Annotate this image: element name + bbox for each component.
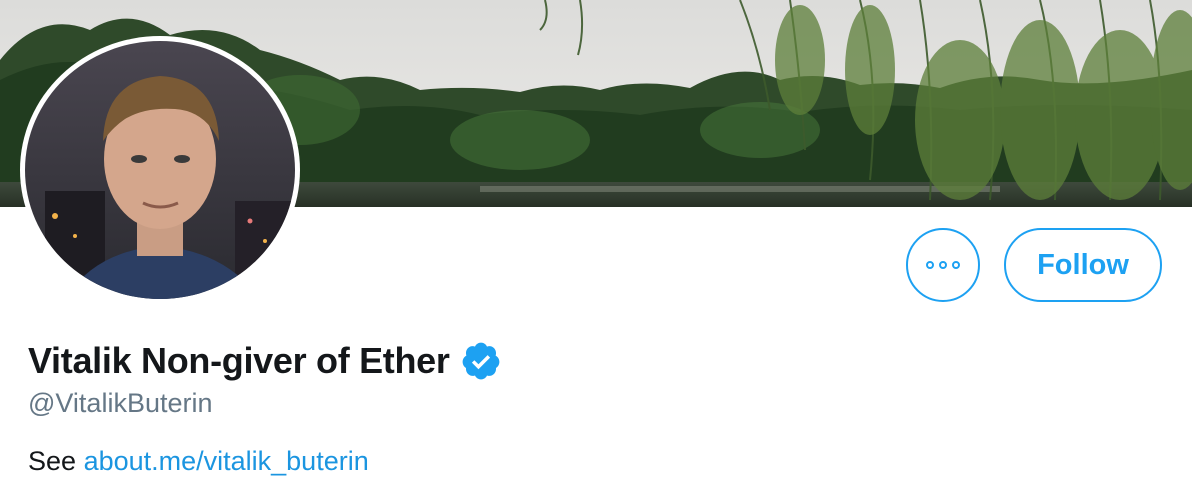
display-name: Vitalik Non-giver of Ether <box>28 340 450 381</box>
profile-header: Follow Vitalik Non-giver of Ether @Vital… <box>0 0 1192 496</box>
avatar[interactable] <box>20 36 300 304</box>
bio: See about.me/vitalik_buterin <box>28 446 369 477</box>
more-options-icon <box>926 261 960 269</box>
bio-link[interactable]: about.me/vitalik_buterin <box>84 446 369 476</box>
more-options-button[interactable] <box>906 228 980 302</box>
verified-badge-icon <box>460 340 502 382</box>
user-handle: @VitalikButerin <box>28 388 213 418</box>
profile-photo <box>25 41 295 299</box>
bio-prefix: See <box>28 446 77 476</box>
follow-button[interactable]: Follow <box>1004 228 1162 302</box>
display-name-row: Vitalik Non-giver of Ether <box>28 336 502 386</box>
